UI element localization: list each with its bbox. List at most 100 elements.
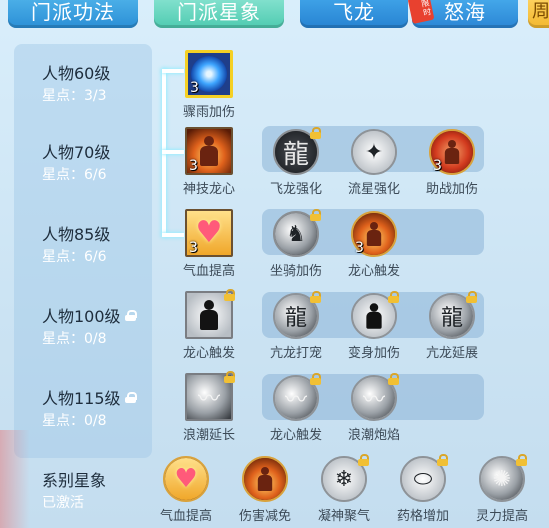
node-frame [351,291,399,339]
level-points: 星点：6/6 [42,249,107,265]
node-frame: 龍 [429,291,477,339]
system-star-name: 系别星象 [42,471,107,490]
star-node-dragon-heart-trigger[interactable]: 3 龙心触发 [334,211,414,279]
lock-icon [224,289,235,301]
star-node-meteor-enhance[interactable]: ✦ 流星强化 [334,129,414,197]
fire-figure-icon [244,458,286,500]
node-frame: ⬭ [400,454,448,502]
node-label: 灵力提高 [475,509,528,524]
node-label: 龙心触发 [269,428,322,443]
node-frame: 〰 [273,373,321,421]
node-label: 坐骑加伤 [269,264,322,279]
node-label: 助战加伤 [425,182,478,197]
node-label: 龙心触发 [347,264,400,279]
node-frame: ❄ [321,454,369,502]
level-name: 人物100级 [42,304,162,326]
lock-icon [310,127,321,139]
node-frame: 龍 [273,127,321,175]
star-node-dragon-strike-pet[interactable]: 龍 亢龙打宠 [256,291,336,361]
star-node-divine-dragon-heart[interactable]: 3 神技龙心 [169,127,249,197]
star-node-hp-boost[interactable]: ♥ 3 气血提高 [169,209,249,279]
node-frame [185,289,235,339]
level-points: 星点：6/6 [42,167,107,183]
corner-decoration [0,430,30,528]
level-points: 星点：3/3 [42,88,107,104]
level-100: 人物100级 星点：0/8 [42,304,162,348]
limited-badge: 限时 [407,0,435,25]
node-label: 亢龙延展 [425,346,478,361]
star-node-dragon-enhance[interactable]: 龍 飞龙强化 [256,127,336,197]
tab-partial[interactable]: 周 [528,0,549,28]
tab-sect-stars[interactable]: 门派星象 [154,0,284,28]
node-frame: 3 [185,127,233,175]
tab-sect-skills[interactable]: 门派功法 [8,0,138,28]
star-node-dragon-heart-trigger-2[interactable]: 龙心触发 [169,289,249,361]
node-frame: 3 [429,129,475,175]
lock-icon [388,291,399,303]
star-node-mount-damage[interactable]: ♞ 坐骑加伤 [256,209,336,279]
lock-icon [437,454,448,466]
node-frame: 3 [185,50,233,98]
node-label: 浪潮炮焰 [347,428,400,443]
tab-flying-dragon[interactable]: 飞龙 [300,0,408,28]
node-label: 变身加伤 [347,346,400,361]
star-node-tide-cannon[interactable]: 〰 浪潮炮焰 [334,373,414,443]
lock-icon [124,309,137,321]
star-node-assist-damage[interactable]: 3 助战加伤 [412,129,492,197]
node-label: 亢龙打宠 [269,346,322,361]
level-points: 星点：0/8 [42,413,107,429]
level-85: 人物85级 星点：6/6 [42,222,162,266]
heart-icon: ♥ [165,458,207,500]
system-node-potion-slots[interactable]: ⬭ 药格增加 [383,454,463,524]
system-node-damage-reduction[interactable]: 伤害减免 [225,456,305,524]
node-frame: 龍 [273,291,321,339]
level-name: 人物60级 [42,64,111,83]
star-node-heavy-rain[interactable]: 3 骤雨加伤 [169,50,249,120]
node-count: 3 [433,158,442,174]
node-label: 流星强化 [347,182,400,197]
lock-icon [310,373,321,385]
node-frame: ✺ [479,454,527,502]
system-node-spirit-boost[interactable]: ✺ 灵力提高 [462,454,542,524]
lock-icon [224,371,235,383]
node-frame [242,456,288,502]
star-node-tide-extend[interactable]: 〰 浪潮延长 [169,371,249,443]
level-name: 人物70级 [42,143,111,162]
level-115: 人物115级 星点：0/8 [42,386,162,430]
lock-icon [466,291,477,303]
meteor-icon: ✦ [353,131,395,173]
node-label: 气血提高 [182,264,235,279]
system-node-focus[interactable]: ❄ 凝神聚气 [304,454,384,524]
node-label: 神技龙心 [182,182,235,197]
tab-angry-sea[interactable]: 限时 怒海 [407,0,518,28]
node-frame: ✦ [351,129,397,175]
node-frame: ♥ [163,456,209,502]
tab-bar: 门派功法 门派星象 飞龙 限时 怒海 周 [0,0,549,32]
lock-icon [516,454,527,466]
node-frame: ♞ [273,209,321,257]
node-frame: 3 [351,211,397,257]
node-label: 药格增加 [396,509,449,524]
star-node-dragon-extend[interactable]: 龍 亢龙延展 [412,291,492,361]
tab-label: 怒海 [444,0,486,24]
node-label: 凝神聚气 [317,509,370,524]
node-count: 3 [189,240,198,256]
system-star-status: 已激活 [42,495,84,511]
star-node-transform-damage[interactable]: 变身加伤 [334,291,414,361]
star-node-dragon-heart-trigger-3[interactable]: 〰 龙心触发 [256,373,336,443]
node-label: 龙心触发 [182,346,235,361]
lock-icon [310,209,321,221]
level-name: 人物115级 [42,386,162,408]
level-60: 人物60级 星点：3/3 [42,61,162,105]
node-label: 伤害减免 [238,509,291,524]
system-node-hp-boost[interactable]: ♥ 气血提高 [146,456,226,524]
lock-icon [124,391,137,403]
node-frame: 〰 [185,371,235,421]
node-label: 气血提高 [159,509,212,524]
lock-icon [358,454,369,466]
node-label: 飞龙强化 [269,182,322,197]
level-points: 星点：0/8 [42,331,107,347]
level-70: 人物70级 星点：6/6 [42,140,162,184]
node-frame: 〰 [351,373,399,421]
node-count: 3 [189,158,198,174]
